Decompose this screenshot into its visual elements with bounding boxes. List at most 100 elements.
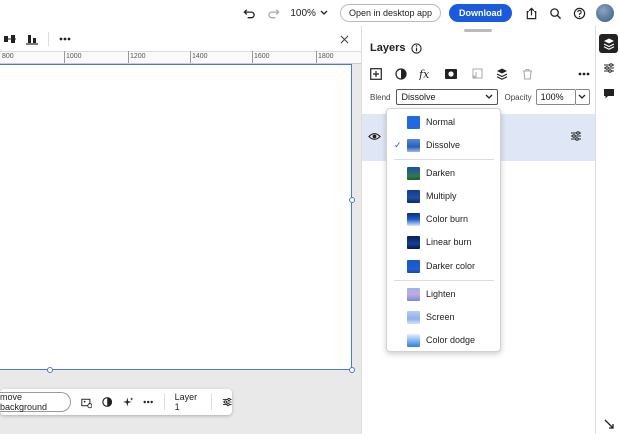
adjustments-rail-button[interactable] [599, 58, 618, 77]
sparkle-icon[interactable] [122, 396, 134, 408]
menu-item-multiply[interactable]: Multiply [387, 186, 502, 206]
panel-title: Layers [370, 42, 423, 54]
layers-rail-button[interactable] [599, 34, 618, 53]
image-adjust-icon[interactable] [81, 396, 93, 409]
more-icon [578, 72, 590, 76]
avatar[interactable] [596, 4, 614, 22]
blend-swatch [407, 189, 420, 203]
open-desktop-button[interactable]: Open in desktop app [339, 4, 441, 22]
resize-panel-handle[interactable] [599, 414, 618, 433]
undo-icon [243, 8, 255, 18]
blend-swatch [407, 138, 420, 152]
menu-item-screen[interactable]: Screen [387, 307, 502, 327]
menu-item-label: Darken [426, 168, 456, 178]
menu-item-label: Dissolve [426, 140, 461, 150]
search-button[interactable] [544, 2, 566, 24]
menu-item-lighten[interactable]: Lighten [387, 284, 502, 304]
top-bar: 100% Open in desktop app Download [0, 0, 620, 26]
blend-swatch [407, 212, 420, 226]
blend-mode-select[interactable]: Dissolve [396, 89, 499, 105]
menu-item-label: Multiply [426, 191, 457, 201]
zoom-value: 100% [290, 7, 316, 19]
opacity-input[interactable]: 100% [535, 89, 576, 105]
delete-layer-button[interactable] [520, 66, 535, 82]
ruler-label: 1200 [130, 53, 146, 60]
menu-divider [394, 280, 494, 281]
menu-item-darker-color[interactable]: Darker color [387, 256, 502, 276]
more-options-button[interactable] [577, 66, 592, 82]
ruler-label: 1600 [254, 53, 270, 60]
ruler-tick [190, 51, 191, 63]
trash-icon [522, 68, 532, 80]
blend-swatch [407, 259, 420, 273]
help-button[interactable] [568, 2, 590, 24]
menu-item-label: Darker color [426, 261, 476, 271]
blend-swatch [407, 166, 420, 180]
help-icon [573, 7, 585, 19]
menu-item-normal[interactable]: Normal [387, 112, 502, 132]
blend-swatch [407, 235, 420, 249]
ruler-label: 1400 [192, 53, 208, 60]
ruler-tick [252, 51, 253, 63]
layer-name-label[interactable]: Layer 1 [175, 392, 201, 412]
adjustment-icon [395, 68, 407, 80]
panel-grab-handle[interactable] [464, 29, 492, 32]
share-button[interactable] [520, 2, 542, 24]
more-icon[interactable] [143, 400, 154, 404]
share-icon [526, 7, 536, 19]
resize-handle[interactable] [349, 197, 355, 203]
align-bottom-icon[interactable] [26, 33, 38, 45]
redo-button[interactable] [262, 2, 284, 24]
blend-swatch [407, 115, 420, 129]
remove-background-button[interactable]: move background [0, 392, 72, 412]
comments-rail-button[interactable] [599, 84, 618, 103]
more-icon[interactable] [59, 37, 71, 41]
divider [210, 394, 212, 410]
divider [163, 394, 165, 410]
menu-item-label: Screen [426, 312, 455, 322]
menu-item-label: Linear burn [426, 237, 472, 247]
layer-properties-icon[interactable] [570, 130, 582, 142]
blend-label: Blend [370, 92, 391, 102]
menu-item-dissolve[interactable]: ✓ Dissolve [387, 135, 502, 155]
adjustment-layer-button[interactable] [393, 66, 408, 82]
close-icon[interactable] [340, 35, 349, 44]
opacity-dropdown[interactable] [575, 89, 590, 105]
checkmark-icon: ✓ [394, 139, 402, 150]
eye-icon[interactable] [368, 132, 381, 141]
sliders-icon [603, 62, 614, 73]
menu-item-label: Color dodge [426, 335, 476, 345]
layers-title: Layers [370, 42, 406, 54]
menu-item-label: Color burn [426, 214, 469, 224]
menu-item-color-dodge[interactable]: Color dodge [387, 330, 502, 350]
artboard[interactable] [0, 64, 352, 370]
blend-swatch [407, 333, 420, 347]
menu-item-darken[interactable]: Darken [387, 163, 502, 183]
mask-icon[interactable] [102, 396, 113, 408]
adjust-sliders-icon[interactable] [222, 396, 232, 408]
ruler-label: 800 [2, 53, 14, 60]
add-layer-button[interactable] [368, 66, 383, 82]
undo-button[interactable] [238, 2, 260, 24]
zoom-control[interactable]: 100% [290, 8, 328, 19]
effects-button[interactable]: fx [419, 66, 434, 82]
search-icon [549, 7, 561, 19]
resize-handle[interactable] [47, 367, 53, 373]
ruler-tick [316, 51, 317, 63]
menu-item-linear-burn[interactable]: Linear burn [387, 232, 502, 252]
ruler-label: 1000 [66, 53, 82, 60]
clip-layer-button[interactable] [469, 66, 484, 82]
align-center-icon[interactable] [4, 33, 16, 45]
blend-swatch [407, 287, 420, 301]
download-button[interactable]: Download [449, 4, 512, 22]
info-icon[interactable] [411, 42, 423, 54]
menu-item-color-burn[interactable]: Color burn [387, 209, 502, 229]
group-layers-button[interactable] [494, 66, 509, 82]
fx-icon: fx [419, 68, 430, 80]
resize-handle[interactable] [349, 367, 355, 373]
layer-toolbar: fx [368, 65, 592, 83]
clip-icon [471, 68, 483, 79]
add-mask-button[interactable] [444, 66, 459, 82]
blend-row: Blend Dissolve Opacity 100% [370, 88, 592, 106]
divider [48, 31, 49, 46]
